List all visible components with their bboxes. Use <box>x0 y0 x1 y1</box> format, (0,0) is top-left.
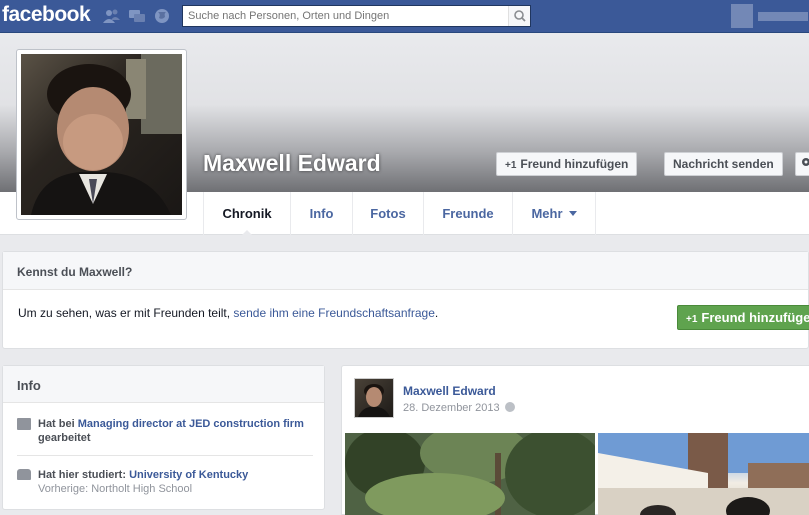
globe-icon <box>504 402 515 412</box>
profile-picture-frame[interactable] <box>16 49 187 220</box>
post-author-avatar[interactable] <box>354 378 394 418</box>
user-avatar-blurred[interactable] <box>731 4 753 28</box>
education-info-row: Hat hier studiert: University of Kentuck… <box>17 468 313 496</box>
chevron-down-icon <box>568 211 577 216</box>
post-date[interactable]: 28. Dezember 2013 <box>403 402 515 414</box>
search-icon[interactable] <box>508 6 530 26</box>
tab-timeline-label: Chronik <box>222 206 272 221</box>
send-message-label: Nachricht senden <box>673 157 774 171</box>
timeline-post: Maxwell Edward 28. Dezember 2013 <box>341 365 809 515</box>
tab-info[interactable]: Info <box>290 192 352 235</box>
post-photo-2[interactable] <box>598 433 809 515</box>
gear-icon <box>800 157 809 171</box>
post-author-name[interactable]: Maxwell Edward <box>403 384 496 398</box>
briefcase-icon <box>17 418 31 430</box>
post-photo-1[interactable] <box>345 433 595 515</box>
tab-friends-label: Freunde <box>442 206 494 221</box>
work-info-row: Hat bei Managing director at JED constru… <box>17 417 313 445</box>
previous-school-text: Vorherige: Northolt High School <box>38 483 193 495</box>
add-friend-button[interactable]: +1 Freund hinzufügen <box>496 152 638 176</box>
profile-name[interactable]: Maxwell Edward <box>203 150 381 177</box>
friend-suggestion-suffix: . <box>434 306 439 320</box>
tab-more-label: Mehr <box>531 206 563 221</box>
study-prefix: Hat hier studiert: <box>38 469 130 481</box>
add-friend-green-label: Freund hinzufügen <box>701 310 809 325</box>
user-name-blurred[interactable] <box>758 12 808 21</box>
tab-more[interactable]: Mehr <box>512 192 596 235</box>
education-info-text: Hat hier studiert: University of Kentuck… <box>38 468 313 482</box>
add-friend-icon: +1 <box>505 160 517 171</box>
send-friend-request-link[interactable]: sende ihm eine Freundschaftsanfrage <box>233 306 434 320</box>
friend-suggestion-text: Um zu sehen, was er mit Freunden teilt, … <box>18 306 438 320</box>
tab-friends[interactable]: Freunde <box>423 192 512 235</box>
tab-timeline[interactable]: Chronik <box>203 192 290 236</box>
work-info-text: Hat bei Managing director at JED constru… <box>38 417 313 445</box>
employer-link[interactable]: Managing director at JED construction fi… <box>78 418 304 430</box>
tab-photos-label: Fotos <box>370 206 406 221</box>
friend-suggestion-box: Kennst du Maxwell? Um zu sehen, was er m… <box>2 251 809 349</box>
add-friend-plus-icon: +1 <box>686 314 698 325</box>
profile-picture[interactable] <box>21 54 182 215</box>
search-box[interactable] <box>182 5 531 27</box>
university-link[interactable]: University of Kentucky <box>129 469 248 481</box>
tab-photos[interactable]: Fotos <box>352 192 423 235</box>
active-tab-pointer <box>241 230 253 236</box>
add-friend-label: Freund hinzufügen <box>520 157 629 171</box>
friend-suggestion-prefix: Um zu sehen, was er mit Freunden teilt, <box>18 306 234 320</box>
settings-gear-button[interactable] <box>795 152 809 176</box>
info-box: Info Hat bei Managing director at JED co… <box>2 365 325 510</box>
search-input[interactable] <box>183 6 505 26</box>
work-prefix: Hat bei <box>38 418 78 430</box>
notifications-globe-icon[interactable] <box>153 8 171 24</box>
graduation-cap-icon <box>17 469 31 480</box>
info-divider <box>17 455 313 456</box>
info-box-title: Info <box>3 366 324 403</box>
friend-requests-icon[interactable] <box>103 8 121 24</box>
top-navigation-bar: facebook <box>0 0 809 33</box>
messages-icon[interactable] <box>128 8 146 24</box>
send-message-button[interactable]: Nachricht senden <box>664 152 783 176</box>
add-friend-green-button[interactable]: +1 Freund hinzufügen <box>677 305 809 330</box>
facebook-logo[interactable]: facebook <box>2 3 91 27</box>
friend-suggestion-title: Kennst du Maxwell? <box>3 252 808 290</box>
work-suffix: gearbeitet <box>38 432 91 444</box>
tab-info-label: Info <box>309 206 334 221</box>
post-date-text: 28. Dezember 2013 <box>403 402 500 414</box>
